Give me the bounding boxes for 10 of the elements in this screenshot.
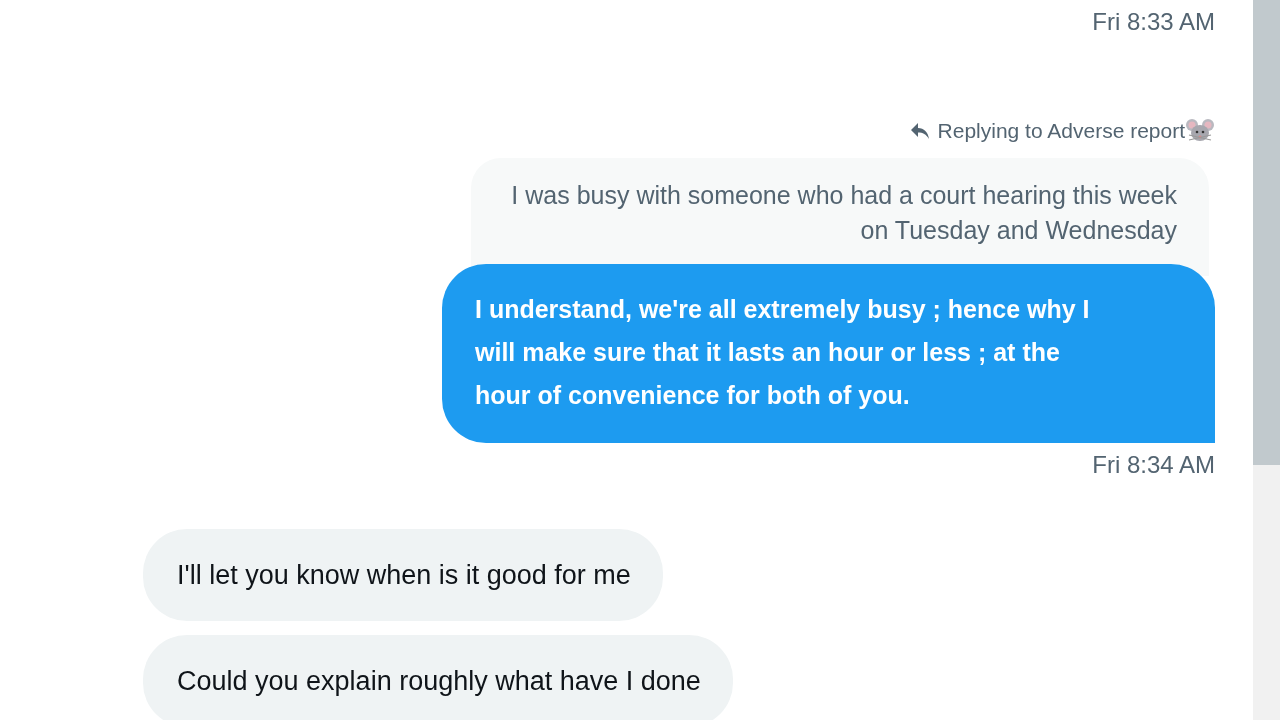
sent-message-bubble: I understand, we're all extremely busy ; hence why I will make sure that it lasts an hour or less ; at the hour of convenience for both of you.: [442, 264, 1215, 443]
message-timestamp: Fri 8:34 AM: [1092, 451, 1215, 479]
received-message-bubble: Could you explain roughly what have I done: [143, 635, 733, 720]
scrollbar-thumb[interactable]: [1253, 0, 1280, 465]
reply-arrow-icon: [909, 122, 930, 140]
replying-to-label: Replying to Adverse report: [937, 119, 1185, 143]
mouse-icon: [1185, 118, 1215, 144]
message-timestamp: Fri 8:33 AM: [1092, 8, 1215, 36]
received-message-bubble: I'll let you know when is it good for me: [143, 529, 663, 621]
quoted-message: I was busy with someone who had a court hearing this week on Tuesday and Wednesday: [471, 158, 1209, 276]
